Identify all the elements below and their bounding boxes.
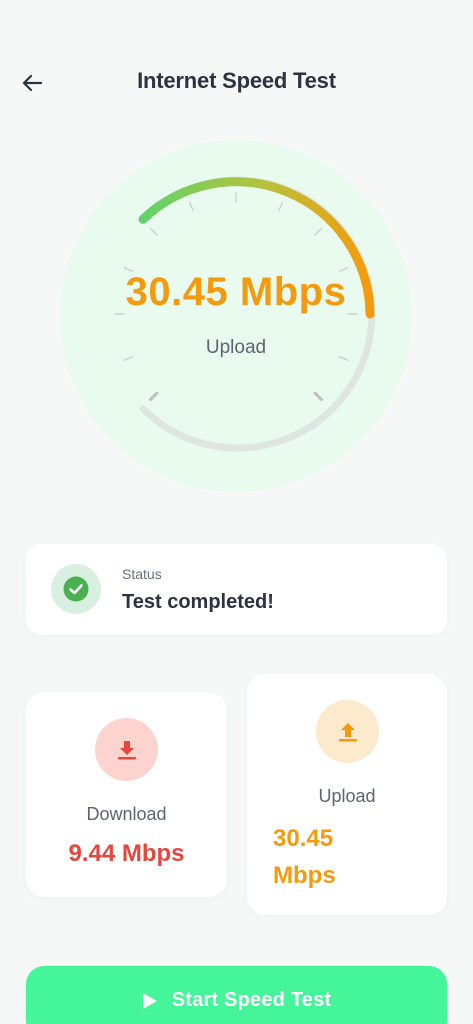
start-button-label: Start Speed Test (171, 989, 332, 1011)
download-icon-container (95, 718, 158, 781)
start-button-content: Start Speed Test (142, 989, 332, 1012)
gauge-tick (149, 227, 158, 236)
upload-label: Upload (318, 786, 376, 806)
upload-icon (338, 722, 357, 741)
check-circle-icon (63, 576, 89, 602)
upload-value: 30.45 Mbps (273, 825, 336, 889)
status-caption: Status (122, 566, 162, 582)
gauge-tick (148, 391, 159, 402)
gauge-tick (314, 227, 323, 236)
header: Internet Speed Test (0, 56, 473, 110)
download-card: Download 9.44 Mbps (26, 692, 227, 897)
upload-icon-container (316, 700, 379, 763)
speed-test-screen: Internet Speed Test 30.45 Mbps Upload St… (0, 0, 473, 1024)
gauge-speed-value: 30.45 Mbps (125, 270, 347, 314)
status-text: Test completed! (122, 591, 274, 613)
gauge-mode-label: Upload (205, 337, 267, 358)
download-value: 9.44 Mbps (68, 840, 185, 867)
gauge-dial (114, 176, 376, 452)
status-icon-container (51, 564, 101, 614)
gauge-tick (313, 391, 324, 402)
upload-card: Upload 30.45 Mbps (247, 674, 447, 915)
gauge-tick (188, 201, 194, 212)
speed-gauge: 30.45 Mbps Upload (60, 140, 412, 492)
status-card: Status Test completed! (26, 544, 447, 635)
download-icon (117, 740, 136, 759)
gauge-tick (278, 201, 284, 212)
play-icon (142, 992, 157, 1009)
start-speed-test-button[interactable]: Start Speed Test (26, 966, 447, 1024)
page-title: Internet Speed Test (137, 68, 336, 93)
download-label: Download (86, 804, 167, 824)
